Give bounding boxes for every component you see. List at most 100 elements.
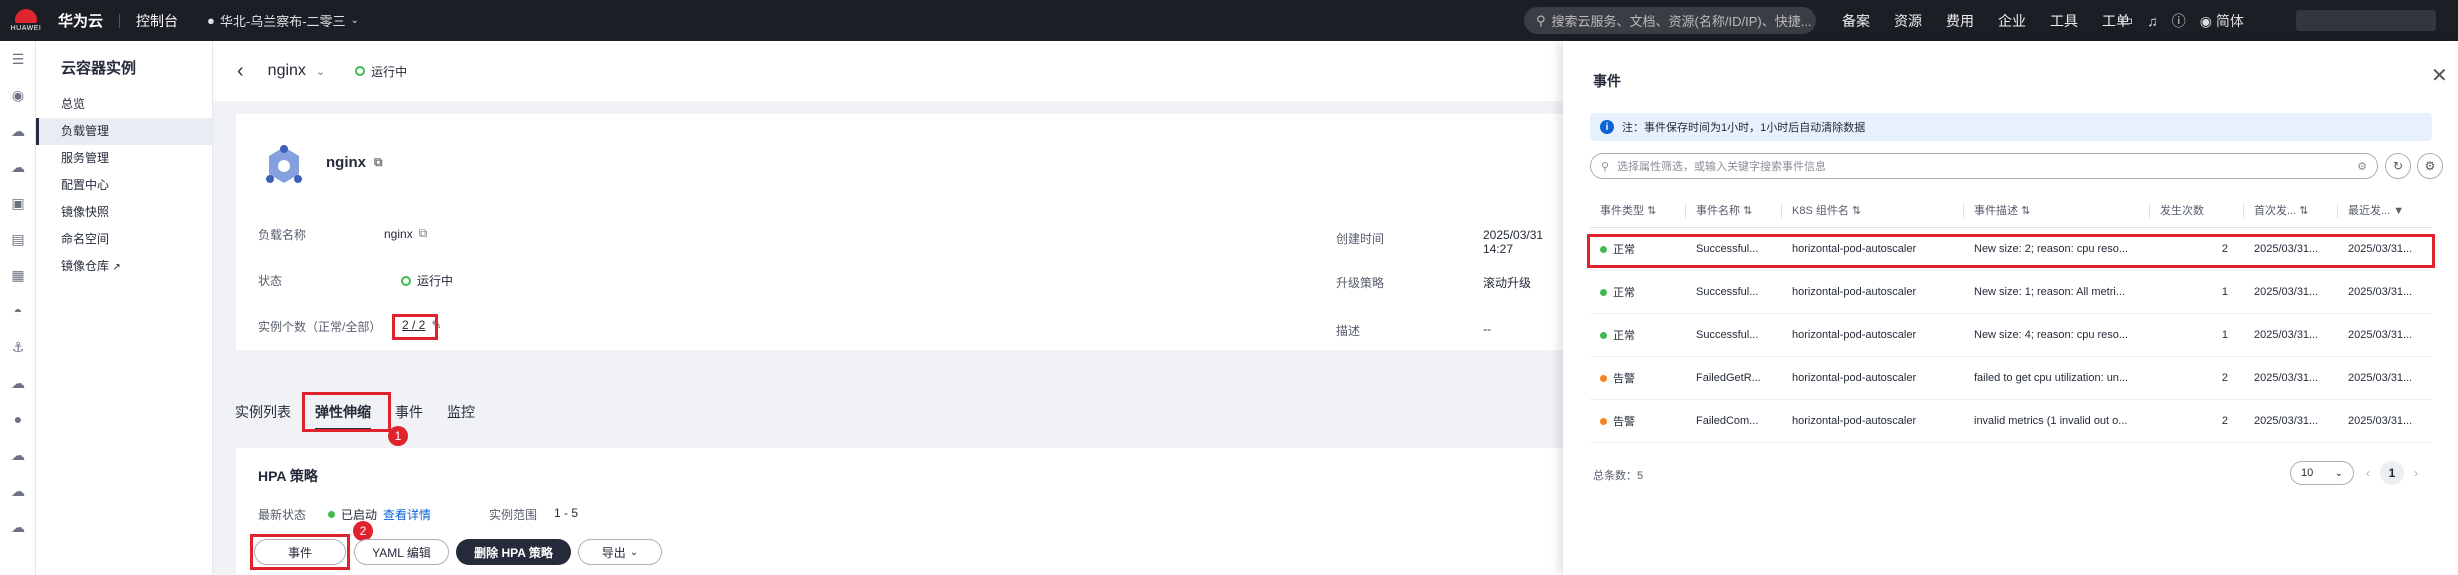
view-detail-link[interactable]: 查看详情 — [383, 506, 431, 523]
column-header-first-time[interactable]: 首次发... ⇅ — [2244, 193, 2338, 228]
filter-icon[interactable]: ⇅ — [1743, 205, 1752, 217]
last-time-cell: 2025/03/31... — [2338, 356, 2432, 400]
table-row[interactable]: 正常 Successful... horizontal-pod-autoscaler… — [1590, 313, 2432, 357]
event-type-cell: 正常 — [1590, 313, 1686, 357]
cloud-icon[interactable]: ☁ — [0, 437, 36, 473]
document-icon[interactable]: ▦ — [0, 257, 36, 293]
workload-hex-icon — [266, 145, 302, 183]
language-selector[interactable]: ◉ 简体 — [2200, 11, 2244, 31]
yaml-edit-button[interactable]: YAML 编辑 — [354, 539, 449, 565]
region-selector[interactable]: ● 华北-乌兰察布-二零三 ⌄ — [207, 11, 359, 30]
page-size-select[interactable]: 10 ⌄ — [2290, 461, 2354, 485]
cloud-icon[interactable]: ☁ — [0, 365, 36, 401]
nav-tools[interactable]: 工具 — [2050, 11, 2078, 31]
next-page-icon[interactable]: › — [2414, 466, 2418, 480]
filter-icon[interactable]: ⇅ — [1647, 205, 1656, 217]
column-header-description[interactable]: 事件描述 ⇅ — [1964, 193, 2150, 228]
settings-icon[interactable]: ⚙ — [2357, 160, 2367, 173]
filter-icon[interactable]: ⇅ — [2021, 205, 2030, 217]
cloud-icon[interactable]: ☁ — [0, 509, 36, 545]
sidebar-item-overview[interactable]: 总览 — [36, 91, 212, 118]
first-time-cell: 2025/03/31... — [2244, 399, 2338, 443]
cloud-icon[interactable]: ☁ — [0, 149, 36, 185]
event-search-input[interactable]: ⚲ 选择属性筛选，或输入关键字搜索事件信息 ⚙ — [1590, 153, 2378, 179]
column-header-count[interactable]: 发生次数 — [2150, 193, 2244, 228]
search-icon: ⚲ — [1536, 12, 1546, 28]
chevron-down-icon: ⌄ — [629, 546, 639, 558]
sort-icon[interactable]: ⇅ — [2299, 205, 2308, 217]
service-icon[interactable]: ● — [0, 401, 36, 437]
nav-billing[interactable]: 费用 — [1946, 11, 1974, 31]
sidebar-item-config[interactable]: 配置中心 — [36, 172, 212, 199]
delete-hpa-button[interactable]: 删除 HPA 策略 — [456, 539, 571, 565]
tab-instance-list[interactable]: 实例列表 — [235, 402, 291, 422]
dashboard-icon[interactable]: ◉ — [0, 77, 36, 113]
anchor-icon[interactable]: ⚓ — [0, 329, 36, 365]
chevron-down-icon[interactable]: ⌄ — [316, 65, 325, 78]
events-table: 事件类型 ⇅ 事件名称 ⇅ K8S 组件名 ⇅ 事件描述 ⇅ 发生次数 首次发.… — [1590, 193, 2432, 443]
component-cell: horizontal-pod-autoscaler — [1782, 313, 1964, 357]
first-time-cell: 2025/03/31... — [2244, 270, 2338, 314]
search-icon: ⚲ — [1601, 160, 1610, 173]
pagination: ‹ 1 › — [2366, 461, 2418, 485]
sort-desc-icon[interactable]: ▼ — [2393, 205, 2404, 217]
nav-filing[interactable]: 备案 — [1842, 11, 1870, 31]
terminal-icon[interactable]: ▭ — [2120, 12, 2133, 29]
highlight-box — [302, 392, 391, 432]
brand-name[interactable]: 华为云 — [58, 10, 103, 31]
table-row[interactable]: 正常 Successful... horizontal-pod-autoscaler… — [1590, 270, 2432, 314]
table-row[interactable]: 告警 FailedGetR... horizontal-pod-autoscaler… — [1590, 356, 2432, 400]
nav-resources[interactable]: 资源 — [1894, 11, 1922, 31]
last-time-cell: 2025/03/31... — [2338, 313, 2432, 357]
field-label-instances: 实例个数（正常/全部） — [258, 320, 382, 334]
sidebar-item-snapshots[interactable]: 镜像快照 — [36, 199, 212, 226]
prev-page-icon[interactable]: ‹ — [2366, 466, 2370, 480]
console-link[interactable]: 控制台 — [136, 11, 178, 31]
copy-icon[interactable]: ⧉ — [374, 155, 383, 170]
global-search-input[interactable]: ⚲ 搜索云服务、文档、资源(名称/ID/IP)、快捷... — [1524, 7, 1816, 34]
filter-icon[interactable]: ⇅ — [1852, 205, 1861, 217]
back-arrow-icon[interactable]: ‹ — [237, 60, 244, 83]
page-number[interactable]: 1 — [2380, 461, 2404, 485]
column-header-last-time[interactable]: 最近发... ▼ — [2338, 193, 2432, 228]
workload-name-dropdown[interactable]: nginx — [268, 62, 306, 80]
table-settings-button[interactable]: ⚙ — [2417, 153, 2443, 179]
storage-icon[interactable]: ▤ — [0, 221, 36, 257]
network-icon[interactable]: ◓ — [0, 293, 36, 329]
region-label: 华北-乌兰察布-二零三 — [219, 14, 346, 29]
menu-toggle-icon[interactable]: ☰ — [0, 41, 36, 77]
sidebar-item-services[interactable]: 服务管理 — [36, 145, 212, 172]
event-name-cell: FailedGetR... — [1686, 356, 1782, 400]
description-cell: failed to get cpu utilization: un... — [1964, 356, 2150, 400]
detail-tabs: 实例列表 弹性伸缩 事件 监控 1 — [213, 390, 1563, 446]
table-row[interactable]: 告警 FailedCom... horizontal-pod-autoscaler i… — [1590, 399, 2432, 443]
cloud-icon[interactable]: ☁ — [0, 473, 36, 509]
column-header-type[interactable]: 事件类型 ⇅ — [1590, 193, 1686, 228]
export-dropdown[interactable]: 导出 ⌄ — [578, 539, 662, 565]
database-icon[interactable]: ▣ — [0, 185, 36, 221]
field-label-strategy: 升级策略 — [1336, 276, 1385, 290]
close-icon[interactable]: ✕ — [2431, 63, 2448, 88]
copy-icon[interactable]: ⧉ — [419, 226, 428, 241]
description-cell: New size: 1; reason: All metri... — [1964, 270, 2150, 314]
component-cell: horizontal-pod-autoscaler — [1782, 399, 1964, 443]
sidebar-item-namespaces[interactable]: 命名空间 — [36, 226, 212, 253]
column-header-component[interactable]: K8S 组件名 ⇅ — [1782, 193, 1964, 228]
location-pin-icon: ● — [207, 13, 215, 28]
user-account-menu[interactable] — [2296, 10, 2436, 31]
tab-monitoring[interactable]: 监控 — [447, 402, 475, 422]
refresh-button[interactable]: ↻ — [2385, 153, 2411, 179]
help-icon[interactable]: ⓘ — [2172, 11, 2186, 31]
hpa-policy-card: HPA 策略 最新状态 已启动 查看详情 实例范围 1 - 5 事件 2 YAM… — [236, 448, 1566, 575]
column-header-name[interactable]: 事件名称 ⇅ — [1686, 193, 1782, 228]
sidebar-item-image-repo[interactable]: 镜像仓库 ↗ — [36, 253, 212, 280]
field-value-status: 运行中 — [401, 272, 453, 289]
cloud-icon[interactable]: ☁ — [0, 113, 36, 149]
tab-events[interactable]: 事件 — [395, 402, 423, 422]
nav-enterprise[interactable]: 企业 — [1998, 11, 2026, 31]
event-type-cell: 告警 — [1590, 399, 1686, 443]
sidebar-item-workloads[interactable]: 负载管理 — [36, 118, 212, 145]
bell-icon[interactable]: ♫ — [2147, 13, 2158, 29]
callout-badge: 1 — [388, 426, 408, 446]
huawei-logo[interactable]: HUAWEI — [0, 0, 52, 41]
